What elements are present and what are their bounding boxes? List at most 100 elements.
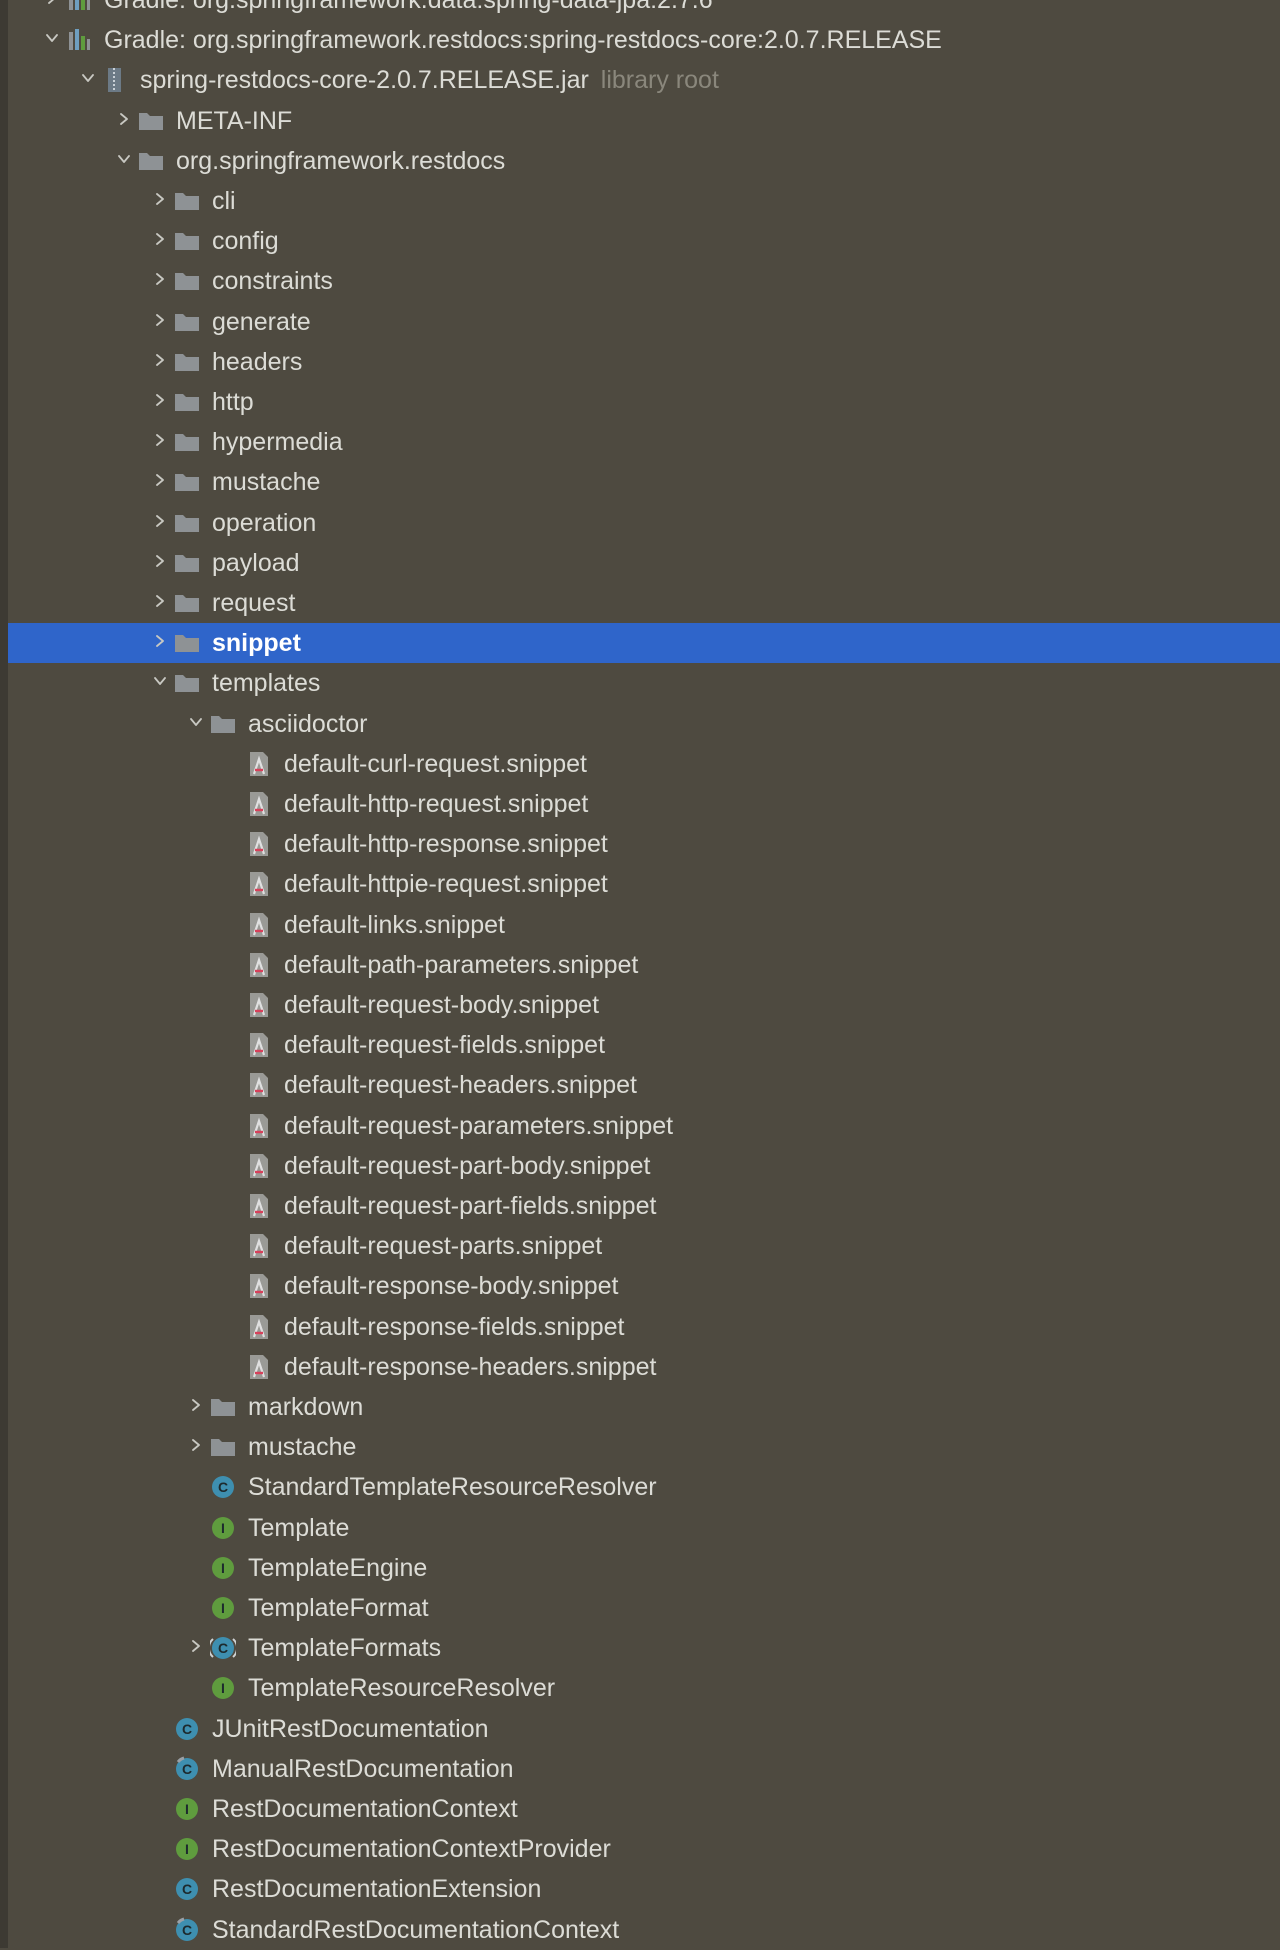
tree-row[interactable]: C ManualRestDocumentation	[8, 1749, 1280, 1789]
svg-text:C: C	[218, 1479, 228, 1495]
chevron-right-icon[interactable]	[154, 353, 166, 366]
tree-row[interactable]: C RestDocumentationExtension	[8, 1869, 1280, 1909]
folder-icon	[174, 268, 200, 294]
tree-row[interactable]: cli	[8, 181, 1280, 221]
svg-text:C: C	[182, 1881, 192, 1897]
tree-row[interactable]: default-request-fields.snippet	[8, 1025, 1280, 1065]
tree-row[interactable]: snippet	[8, 623, 1280, 664]
chevron-right-icon[interactable]	[190, 1439, 202, 1452]
tree-row-label: config	[212, 227, 279, 256]
chevron-right-icon[interactable]	[154, 595, 166, 607]
tree-row[interactable]: request	[8, 583, 1280, 623]
interface-icon: I	[210, 1555, 236, 1581]
tree-row[interactable]: default-http-request.snippet	[8, 784, 1280, 824]
tree-row-label: spring-restdocs-core-2.0.7.RELEASE.jar li…	[140, 66, 719, 95]
tree-row[interactable]: payload	[8, 543, 1280, 583]
tree-row[interactable]: default-response-body.snippet	[8, 1266, 1280, 1306]
tree-row[interactable]: default-response-headers.snippet	[8, 1347, 1280, 1387]
folder-icon	[174, 510, 200, 536]
tree-row[interactable]: hypermedia	[8, 422, 1280, 462]
tree-row[interactable]: I RestDocumentationContext	[8, 1789, 1280, 1829]
tree-row[interactable]: default-links.snippet	[8, 905, 1280, 945]
tree-row-label: default-httpie-request.snippet	[284, 870, 608, 899]
tree-row[interactable]: I TemplateResourceResolver	[8, 1668, 1280, 1708]
asciidoc-file-icon	[246, 1072, 272, 1098]
tree-row[interactable]: default-httpie-request.snippet	[8, 864, 1280, 904]
chevron-down-icon[interactable]	[118, 153, 130, 165]
tree-row[interactable]: C StandardTemplateResourceResolver	[8, 1467, 1280, 1507]
tree-row[interactable]: asciidoctor	[8, 704, 1280, 744]
folder-icon	[210, 1394, 236, 1420]
tree-row[interactable]: default-request-part-fields.snippet	[8, 1186, 1280, 1226]
tree-row[interactable]: default-http-response.snippet	[8, 824, 1280, 864]
folder-icon	[174, 429, 200, 455]
tree-row[interactable]: default-request-parts.snippet	[8, 1226, 1280, 1266]
chevron-down-icon[interactable]	[82, 72, 94, 84]
tree-row[interactable]: markdown	[8, 1387, 1280, 1427]
chevron-right-icon[interactable]	[190, 1640, 202, 1653]
tree-row[interactable]: operation	[8, 503, 1280, 543]
tree-row[interactable]: config	[8, 221, 1280, 261]
tree-row[interactable]: default-curl-request.snippet	[8, 744, 1280, 784]
tree-row[interactable]: org.springframework.restdocs	[8, 141, 1280, 181]
asciidoc-file-icon	[246, 912, 272, 938]
tree-row[interactable]: I TemplateFormat	[8, 1588, 1280, 1628]
tree-row-label: Gradle: org.springframework.restdocs:spr…	[104, 26, 942, 55]
folder-icon	[210, 711, 236, 737]
chevron-right-icon[interactable]	[190, 1399, 202, 1411]
tree-row[interactable]: I RestDocumentationContextProvider	[8, 1829, 1280, 1869]
tree-row[interactable]: I Template	[8, 1508, 1280, 1548]
chevron-right-icon[interactable]	[154, 554, 166, 567]
tree-row[interactable]: C StandardRestDocumentationContext	[8, 1910, 1280, 1950]
tree-row[interactable]: mustache	[8, 1427, 1280, 1467]
tree-row[interactable]: spring-restdocs-core-2.0.7.RELEASE.jar li…	[8, 60, 1280, 100]
tree-row[interactable]: Gradle: org.springframework.data:spring-…	[8, 0, 1280, 20]
tree-row[interactable]: C JUnitRestDocumentation	[8, 1709, 1280, 1749]
chevron-right-icon[interactable]	[154, 273, 166, 286]
chevron-right-icon[interactable]	[154, 434, 166, 447]
folder-icon	[210, 1434, 236, 1460]
tree-row[interactable]: default-request-part-body.snippet	[8, 1146, 1280, 1186]
tree-row-label: default-request-fields.snippet	[284, 1031, 606, 1060]
chevron-down-icon[interactable]	[190, 716, 202, 728]
gradle-library-icon	[66, 27, 92, 53]
class-icon: C	[174, 1876, 200, 1902]
chevron-right-icon[interactable]	[154, 193, 166, 205]
tree-row-label: TemplateResourceResolver	[248, 1674, 556, 1703]
tree-row[interactable]: default-request-parameters.snippet	[8, 1106, 1280, 1146]
tree-row[interactable]: META-INF	[8, 101, 1280, 141]
tree-row[interactable]: mustache	[8, 462, 1280, 502]
chevron-right-icon[interactable]	[154, 233, 166, 246]
tree-row[interactable]: http	[8, 382, 1280, 422]
tree-row[interactable]: Gradle: org.springframework.restdocs:spr…	[8, 20, 1280, 60]
tree-row[interactable]: constraints	[8, 261, 1280, 301]
chevron-right-icon[interactable]	[154, 313, 166, 326]
chevron-down-icon[interactable]	[46, 32, 58, 44]
tree-row[interactable]: C TemplateFormats	[8, 1628, 1280, 1668]
tree-row[interactable]: templates	[8, 663, 1280, 703]
tree-row[interactable]: headers	[8, 342, 1280, 382]
library-root-hint: library root	[600, 66, 719, 95]
chevron-right-icon[interactable]	[46, 0, 58, 4]
tree-row[interactable]: default-path-parameters.snippet	[8, 945, 1280, 985]
chevron-right-icon[interactable]	[118, 112, 130, 125]
tree-row[interactable]: I TemplateEngine	[8, 1548, 1280, 1588]
folder-icon	[138, 108, 164, 134]
interface-icon: I	[174, 1836, 200, 1862]
tree-row[interactable]: default-request-body.snippet	[8, 985, 1280, 1025]
tree-row-label: default-http-response.snippet	[284, 830, 608, 859]
chevron-right-icon[interactable]	[154, 514, 166, 527]
jar-icon	[102, 67, 128, 93]
tree-row[interactable]: default-request-headers.snippet	[8, 1065, 1280, 1105]
tree-row[interactable]: generate	[8, 302, 1280, 342]
chevron-right-icon[interactable]	[154, 635, 166, 648]
chevron-down-icon[interactable]	[154, 675, 166, 687]
tree-row[interactable]: default-response-fields.snippet	[8, 1307, 1280, 1347]
chevron-right-icon[interactable]	[154, 474, 166, 487]
folder-icon	[174, 630, 200, 656]
chevron-right-icon[interactable]	[154, 394, 166, 406]
tree-row-label: TemplateEngine	[248, 1553, 428, 1582]
project-tree[interactable]: Gradle: org.springframework.data:spring-…	[8, 0, 1280, 1948]
interface-icon: I	[210, 1595, 236, 1621]
tree-row-label: request	[212, 589, 296, 617]
